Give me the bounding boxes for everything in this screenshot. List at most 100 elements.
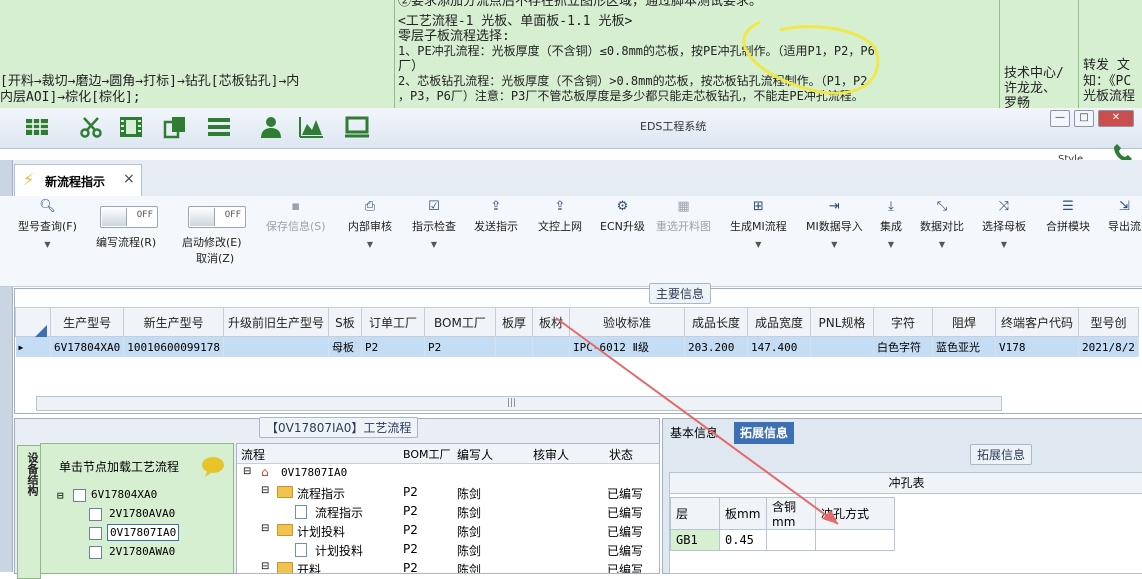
column-header[interactable]: 生产型号 xyxy=(49,307,125,337)
cell-new-model[interactable]: 10010600099178 xyxy=(123,336,224,357)
column-header[interactable]: 新生产型号 xyxy=(123,307,224,337)
table-icon[interactable] xyxy=(24,115,50,139)
internal-review-button[interactable]: ⎙ 内部审核 ▼ xyxy=(348,200,392,250)
tab-new-flow[interactable]: ⚡ 新流程指示 × xyxy=(14,164,142,197)
cell-pnl[interactable] xyxy=(810,336,874,357)
tree-node-selected[interactable]: 0V17807IA0 xyxy=(107,524,180,541)
tree-expander[interactable]: ⊟ xyxy=(261,523,269,534)
flow-col-header[interactable]: 流程 xyxy=(241,446,265,463)
tree-expander[interactable]: ⊟ xyxy=(57,489,64,502)
ecn-upgrade-button[interactable]: ⚙ ECN升级 xyxy=(600,200,645,234)
minimize-button[interactable]: — xyxy=(1050,110,1070,127)
cell-thickness[interactable]: 0.45 xyxy=(719,529,767,551)
cell-old-model[interactable] xyxy=(223,336,329,357)
tree-node[interactable]: 6V17804XA0 xyxy=(91,488,157,501)
table-row[interactable]: GB1 0.45 xyxy=(670,529,895,551)
cell-order-factory[interactable]: P2 xyxy=(361,336,425,357)
text-upload-button[interactable]: ⇪ 文控上网 xyxy=(538,200,582,234)
tree-checkbox[interactable] xyxy=(89,527,102,540)
tree-node[interactable]: 2V1780AWA0 xyxy=(109,545,175,558)
column-header[interactable]: 验收标准 xyxy=(568,307,685,337)
column-header[interactable]: 含铜mm xyxy=(766,497,816,530)
edit-flow-toggle[interactable]: OFF xyxy=(100,206,158,228)
cancel-button[interactable]: 取消(Z) xyxy=(196,250,234,266)
flow-col-header[interactable]: BOM工厂 xyxy=(403,446,451,462)
cell-material[interactable] xyxy=(532,336,570,357)
flow-row[interactable]: ⊟ ⌂ 0V17807IA0 xyxy=(237,464,659,483)
tree-checkbox[interactable] xyxy=(73,489,86,502)
cell-prod-model[interactable]: 6V17804XA0 xyxy=(50,336,125,357)
column-header[interactable]: BOM工厂 xyxy=(423,307,496,337)
model-query-button[interactable]: 🔍︎ 型号查询(F) ▼ xyxy=(18,200,77,250)
column-header[interactable]: 层 xyxy=(670,497,720,530)
monitor-icon[interactable] xyxy=(344,115,370,139)
column-header[interactable]: 板mm xyxy=(719,497,767,530)
cell-solder[interactable]: 蓝色亚光 xyxy=(932,336,996,357)
select-mother-button[interactable]: ⤨ 选择母板 ▼ xyxy=(982,200,1026,250)
column-header[interactable]: 成品宽度 xyxy=(746,307,811,337)
side-tab-structure[interactable]: 设备结构 xyxy=(17,445,41,579)
reopen-chart-button[interactable]: ▦ 重选开料图 xyxy=(656,200,711,234)
cell-copper[interactable] xyxy=(766,529,816,551)
flow-row[interactable]: ⊟ 开料 P2 陈剑 已编写 xyxy=(237,559,659,573)
data-compare-button[interactable]: ⤡ 数据对比 ▼ xyxy=(920,200,964,250)
copy-icon[interactable] xyxy=(162,115,188,139)
scissors-icon[interactable] xyxy=(78,115,104,139)
tab-basic-info[interactable]: 基本信息 xyxy=(664,422,724,444)
phone-icon[interactable] xyxy=(1112,142,1134,162)
cell-standard[interactable]: IPC-6012 Ⅱ级 xyxy=(569,336,685,357)
cell-width[interactable]: 147.400 xyxy=(747,336,811,357)
cell-bom-factory[interactable]: P2 xyxy=(424,336,496,357)
cell-length[interactable]: 203.200 xyxy=(684,336,748,357)
scroll-thumb-grip[interactable]: ||| xyxy=(507,398,516,408)
horizontal-scrollbar[interactable]: ||| xyxy=(36,396,1002,411)
column-header[interactable]: 阻焊 xyxy=(931,307,996,337)
list-icon[interactable] xyxy=(206,115,232,139)
instruction-check-button[interactable]: ☑ 指示检查 ▼ xyxy=(412,200,456,250)
column-header[interactable]: 字符 xyxy=(872,307,933,337)
merge-module-button[interactable]: ☰ 合拼模块 xyxy=(1046,200,1090,234)
column-header[interactable]: 订单工厂 xyxy=(360,307,425,337)
user-icon[interactable] xyxy=(258,115,284,139)
column-header[interactable]: S板 xyxy=(327,307,362,337)
flow-row[interactable]: ⊟ 计划投料 P2 陈剑 已编写 xyxy=(237,521,659,540)
flow-row[interactable]: 计划投料 P2 陈剑 已编写 xyxy=(237,540,659,559)
flow-col-header[interactable]: 编写人 xyxy=(457,446,493,463)
column-header[interactable]: 成品长度 xyxy=(683,307,748,337)
cell-s-board[interactable]: 母板 xyxy=(328,336,362,357)
cell-customer[interactable]: V178 xyxy=(995,336,1079,357)
column-header[interactable]: 型号创 xyxy=(1077,307,1139,337)
film-icon[interactable] xyxy=(118,115,144,139)
restore-button[interactable]: □ xyxy=(1074,110,1094,127)
chart-icon[interactable] xyxy=(298,115,324,139)
mi-import-button[interactable]: ⇥ MI数据导入 ▼ xyxy=(806,200,863,250)
column-header[interactable]: 板厚 xyxy=(494,307,533,337)
column-header[interactable]: 板材 xyxy=(531,307,570,337)
tab-extended-info[interactable]: 拓展信息 xyxy=(734,422,795,444)
tree-checkbox[interactable] xyxy=(89,508,102,521)
flow-col-header[interactable]: 核审人 xyxy=(533,446,569,463)
tab-close-icon[interactable]: × xyxy=(123,171,135,187)
enable-modify-toggle[interactable]: OFF xyxy=(188,206,246,228)
cell-char[interactable]: 白色字符 xyxy=(873,336,933,357)
tree-expander[interactable]: ⊟ xyxy=(261,561,269,572)
tree-expander[interactable]: ⊟ xyxy=(261,485,269,496)
column-header[interactable]: PNL规格 xyxy=(809,307,874,337)
export-flow-button[interactable]: ⇲ 导出流 xyxy=(1108,200,1141,234)
tree-expander[interactable]: ⊟ xyxy=(243,466,251,477)
column-header[interactable]: 升级前旧生产型号 xyxy=(222,307,329,337)
flow-col-header[interactable]: 状态 xyxy=(609,446,633,463)
close-button[interactable]: ✕ xyxy=(1098,110,1134,127)
cell-thickness[interactable] xyxy=(495,336,533,357)
cell-layer[interactable]: GB1 xyxy=(670,529,720,551)
column-header[interactable]: 终端客户代码 xyxy=(994,307,1079,337)
column-header[interactable]: 冲孔方式 xyxy=(815,497,895,530)
tree-checkbox[interactable] xyxy=(89,546,102,559)
cell-punch-method[interactable] xyxy=(815,529,895,551)
tree-node[interactable]: 2V1780AVA0 xyxy=(109,507,175,520)
flow-row[interactable]: ⊟ 流程指示 P2 陈剑 已编写 xyxy=(237,483,659,502)
flow-row[interactable]: 流程指示 P2 陈剑 已编写 xyxy=(237,502,659,521)
cell-created[interactable]: 2021/8/2 xyxy=(1078,336,1139,357)
send-instruction-button[interactable]: ⇪ 发送指示 xyxy=(474,200,518,234)
save-info-button[interactable]: ▪ 保存信息(S) xyxy=(266,200,326,234)
